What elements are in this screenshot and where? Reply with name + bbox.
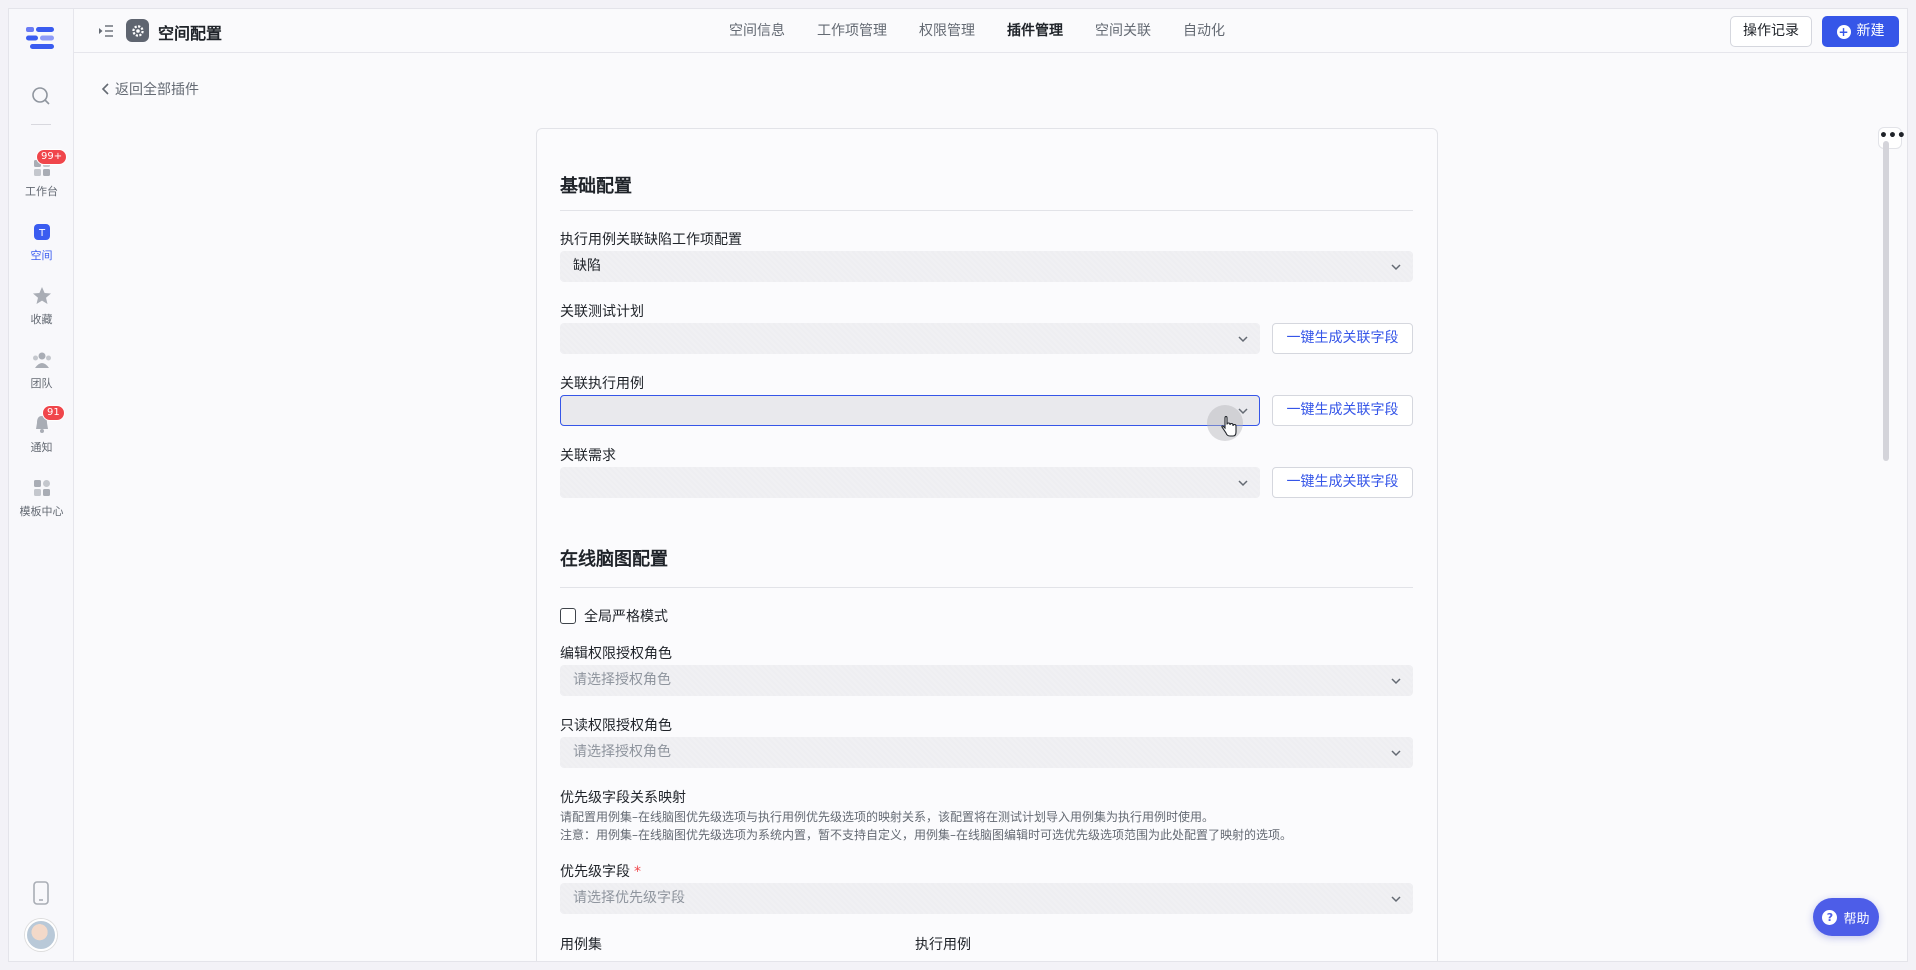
notification-badge: 91 (42, 405, 65, 421)
field-label-defect-config: 执行用例关联缺陷工作项配置 (560, 232, 742, 248)
requirement-select[interactable] (560, 467, 1260, 498)
generate-test-plan-field-button[interactable]: 一键生成关联字段 (1272, 323, 1413, 354)
avatar[interactable] (25, 919, 57, 951)
rail-item-team[interactable]: 团队 (9, 349, 74, 391)
new-button[interactable]: + 新建 (1822, 16, 1899, 47)
rail-label: 空间 (30, 249, 53, 262)
chevron-down-icon (1391, 896, 1401, 903)
page-title: 空间配置 (158, 24, 223, 43)
team-icon (32, 352, 51, 368)
priority-map-hint: 请配置用例集–在线脑图优先级选项与执行用例优先级选项的映射关系，该配置将在测试计… (560, 810, 1215, 824)
chevron-down-icon (1238, 480, 1248, 487)
field-label-edit-role: 编辑权限授权角色 (560, 646, 672, 662)
notification-badge: 99+ (36, 149, 68, 165)
exec-case-select[interactable] (560, 395, 1260, 426)
priority-field-select[interactable]: 请选择优先级字段 (560, 883, 1413, 914)
edit-role-select[interactable]: 请选择授权角色 (560, 665, 1413, 696)
app-window: 工作台 99+ T 空间 收藏 团队 通知 91 模板中心 空间配置 空间信息 … (8, 8, 1908, 962)
field-label-test-plan: 关联测试计划 (560, 304, 644, 320)
priority-map-note: 注意：用例集–在线脑图优先级选项为系统内置，暂不支持自定义，用例集–在线脑图编辑… (560, 828, 1293, 842)
tab-workitem-management[interactable]: 工作项管理 (817, 9, 887, 53)
search-icon[interactable] (29, 84, 53, 108)
section-title-basic: 基础配置 (560, 176, 632, 197)
template-icon (33, 480, 50, 496)
select-value: 缺陷 (573, 258, 601, 274)
strict-mode-row[interactable]: 全局严格模式 (560, 606, 668, 626)
rail-item-space[interactable]: T 空间 (9, 221, 74, 263)
top-tabs: 空间信息 工作项管理 权限管理 插件管理 空间关联 自动化 (729, 9, 1257, 53)
chevron-left-icon (101, 83, 109, 95)
rail-label: 收藏 (30, 313, 53, 326)
back-link-label: 返回全部插件 (115, 82, 199, 98)
mobile-icon[interactable] (32, 881, 50, 905)
rail-item-favorites[interactable]: 收藏 (9, 285, 74, 327)
strict-mode-checkbox[interactable] (560, 608, 576, 624)
rail-label: 模板中心 (19, 505, 64, 518)
gear-icon (131, 24, 144, 37)
read-role-select[interactable]: 请选择授权角色 (560, 737, 1413, 768)
test-plan-select[interactable] (560, 323, 1260, 354)
generate-requirement-field-button[interactable]: 一键生成关联字段 (1272, 467, 1413, 498)
tab-automation[interactable]: 自动化 (1183, 9, 1225, 53)
required-marker: * (634, 864, 641, 880)
rail-label: 通知 (30, 441, 53, 454)
back-to-plugins-link[interactable]: 返回全部插件 (101, 79, 199, 99)
column-header-case-set: 用例集 (560, 937, 602, 953)
chevron-down-icon (1391, 264, 1401, 271)
rail-divider (31, 124, 51, 125)
chevron-down-icon (1238, 336, 1248, 343)
rail-label: 工作台 (25, 185, 58, 198)
strict-mode-label: 全局严格模式 (584, 609, 668, 625)
field-label-requirement: 关联需求 (560, 448, 616, 464)
tab-plugin-management[interactable]: 插件管理 (1007, 9, 1063, 53)
operation-log-button[interactable]: 操作记录 (1730, 16, 1812, 47)
app-logo-icon[interactable] (26, 27, 56, 49)
field-label-exec-case: 关联执行用例 (560, 376, 644, 392)
tab-space-info[interactable]: 空间信息 (729, 9, 785, 53)
help-button[interactable]: ? 帮助 (1813, 898, 1879, 936)
section-title-mindmap: 在线脑图配置 (560, 549, 668, 570)
defect-config-select[interactable]: 缺陷 (560, 251, 1413, 282)
star-icon (32, 287, 51, 304)
tab-space-association[interactable]: 空间关联 (1095, 9, 1151, 53)
select-placeholder: 请选择授权角色 (573, 744, 671, 760)
select-placeholder: 请选择授权角色 (573, 672, 671, 688)
priority-field-label-text: 优先级字段 (560, 864, 630, 880)
collapse-sidebar-icon[interactable] (98, 23, 114, 39)
field-label-priority-field: 优先级字段 * (560, 861, 641, 881)
rail-label: 团队 (30, 377, 53, 390)
section-divider (560, 587, 1413, 588)
rail-item-workbench[interactable]: 工作台 99+ (9, 149, 74, 199)
svg-text:T: T (37, 228, 45, 239)
hand-cursor-icon (1221, 416, 1237, 437)
chevron-down-icon (1391, 750, 1401, 757)
field-label-read-role: 只读权限授权角色 (560, 718, 672, 734)
scrollbar[interactable] (1883, 141, 1889, 461)
tab-permission-management[interactable]: 权限管理 (919, 9, 975, 53)
settings-badge (126, 19, 149, 42)
help-icon: ? (1822, 909, 1838, 925)
space-icon: T (33, 224, 50, 240)
plus-icon: + (1836, 24, 1851, 39)
rail-item-templates[interactable]: 模板中心 (9, 477, 74, 519)
new-button-label: 新建 (1856, 23, 1885, 39)
select-placeholder: 请选择优先级字段 (573, 890, 685, 906)
plugin-config-card: 基础配置 执行用例关联缺陷工作项配置 缺陷 关联测试计划 一键生成关联字段 关联… (536, 128, 1438, 961)
section-divider (560, 210, 1413, 211)
generate-exec-case-field-button[interactable]: 一键生成关联字段 (1272, 395, 1413, 426)
left-rail: 工作台 99+ T 空间 收藏 团队 通知 91 模板中心 (9, 9, 74, 961)
top-header: 空间配置 空间信息 工作项管理 权限管理 插件管理 空间关联 自动化 操作记录 … (74, 9, 1907, 53)
field-label-priority-map: 优先级字段关系映射 (560, 790, 686, 806)
rail-item-notifications[interactable]: 通知 91 (9, 405, 74, 455)
more-options-button[interactable]: ••• (1878, 127, 1906, 149)
chevron-down-icon (1391, 678, 1401, 685)
column-header-exec-case: 执行用例 (915, 937, 971, 953)
help-label: 帮助 (1843, 911, 1870, 927)
